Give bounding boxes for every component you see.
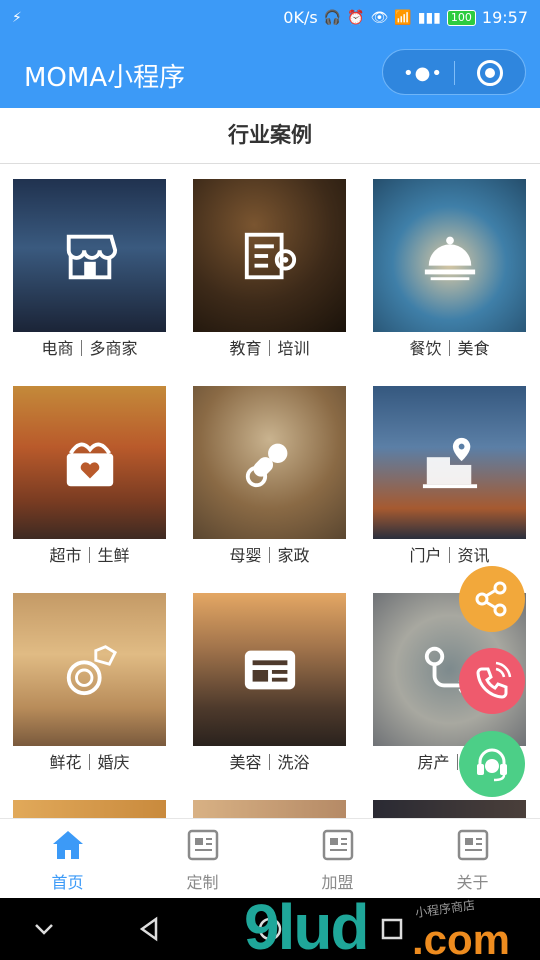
case-image	[193, 593, 346, 746]
card-icon	[244, 650, 295, 689]
case-label: 餐饮｜美食	[409, 339, 490, 358]
watermark: 9lud .com 小程序商店	[240, 890, 540, 960]
document-icon	[322, 829, 353, 861]
app-bar: MOMA小程序 •●•	[0, 38, 540, 108]
more-menu-button[interactable]: •●•	[403, 63, 442, 84]
case-image	[373, 386, 526, 539]
case-image	[373, 179, 526, 332]
case-image	[13, 800, 166, 818]
case-label: 门户｜资讯	[409, 546, 490, 565]
signal-icon: ▮▮▮	[417, 9, 441, 26]
bottom-tab-bar: 首页 定制 加盟 关于	[0, 818, 540, 898]
case-label: 超市｜生鲜	[49, 546, 130, 565]
case-image	[193, 179, 346, 332]
back-icon[interactable]	[136, 915, 164, 943]
case-card-beauty[interactable]: 美容｜洗浴	[193, 578, 346, 772]
clock: 19:57	[481, 8, 528, 27]
share-icon	[475, 581, 507, 617]
case-card-portal[interactable]: 门户｜资讯	[373, 371, 526, 565]
case-card-supermarket[interactable]: 超市｜生鲜	[13, 371, 166, 565]
usb-debug-icon: ⚡	[12, 10, 22, 26]
gift-box-icon	[66, 442, 113, 486]
eye-icon: 👁	[370, 9, 389, 26]
case-card-partial[interactable]	[193, 785, 346, 818]
diamond-ring-icon	[66, 644, 117, 695]
case-image	[13, 179, 166, 332]
status-right: 0K/s 🎧 ⏰ 👁 📶 ▮▮▮ 100 19:57	[283, 8, 528, 27]
tab-home[interactable]: 首页	[0, 819, 135, 899]
headset-icon	[477, 748, 507, 782]
tab-about[interactable]: 关于	[405, 819, 540, 899]
case-card-ecommerce[interactable]: 电商｜多商家	[13, 164, 166, 358]
case-image	[193, 386, 346, 539]
wifi-icon: 📶	[394, 9, 412, 26]
certificate-icon	[244, 232, 296, 279]
pacifier-icon	[245, 443, 287, 487]
tab-label: 首页	[51, 873, 84, 892]
document-icon	[187, 829, 218, 861]
customer-service-button[interactable]	[459, 731, 525, 797]
case-label: 美容｜洗浴	[229, 753, 310, 772]
phone-icon	[476, 661, 512, 699]
phone-button[interactable]	[459, 648, 525, 714]
case-image	[13, 386, 166, 539]
case-card-partial[interactable]	[13, 785, 166, 818]
alarm-icon: ⏰	[347, 9, 365, 26]
mini-program-capsule: •●•	[382, 49, 526, 95]
case-label: 鲜花｜婚庆	[49, 753, 130, 772]
app-title: MOMA小程序	[24, 63, 186, 93]
case-card-flower[interactable]: 鲜花｜婚庆	[13, 578, 166, 772]
case-label: 教育｜培训	[229, 339, 310, 358]
share-button[interactable]	[459, 566, 525, 632]
headphone-icon: 🎧	[323, 9, 342, 26]
document-icon	[457, 829, 488, 861]
case-card-catering[interactable]: 餐饮｜美食	[373, 164, 526, 358]
watermark-logo: 9lud	[244, 891, 370, 960]
battery-icon: 100	[446, 9, 476, 26]
case-label: 母婴｜家政	[229, 546, 310, 565]
case-image	[373, 800, 526, 818]
case-image	[193, 800, 346, 818]
status-bar: ⚡ 0K/s 🎧 ⏰ 👁 📶 ▮▮▮ 100 19:57	[0, 0, 540, 38]
chevron-down-icon[interactable]	[30, 915, 58, 943]
section-title: 行业案例	[0, 108, 540, 164]
store-icon	[66, 234, 117, 279]
building-location-icon	[422, 437, 477, 488]
case-label: 电商｜多商家	[41, 339, 138, 358]
case-image	[13, 593, 166, 746]
case-card-maternal[interactable]: 母婴｜家政	[193, 371, 346, 565]
case-card-education[interactable]: 教育｜培训	[193, 164, 346, 358]
industry-case-grid: 电商｜多商家 教育｜培训 餐饮｜美食 超市｜生鲜 母婴｜家政 门户｜资讯 鲜花｜…	[0, 164, 540, 818]
home-icon	[52, 831, 83, 859]
tab-join[interactable]: 加盟	[270, 819, 405, 899]
network-speed: 0K/s	[283, 8, 318, 27]
close-program-button[interactable]	[477, 60, 503, 86]
watermark-domain: .com	[412, 916, 511, 960]
food-cloche-icon	[424, 236, 475, 280]
capsule-divider	[454, 61, 455, 85]
tab-custom[interactable]: 定制	[135, 819, 270, 899]
